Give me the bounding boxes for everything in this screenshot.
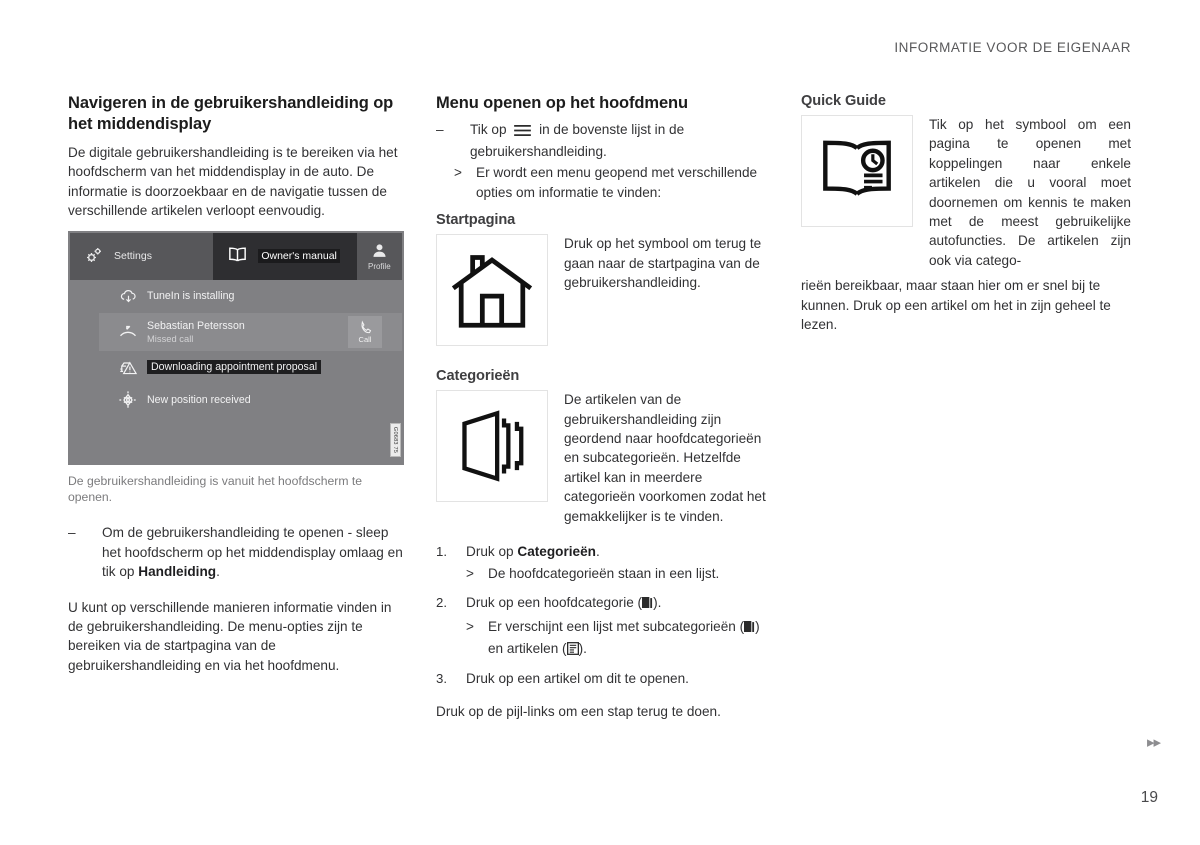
section-title-menu: Menu openen op het hoofdmenu bbox=[436, 94, 689, 112]
hmi-call-label: Call bbox=[358, 334, 372, 344]
cloud-download-icon bbox=[109, 287, 147, 306]
instruction-text: Om de gebruikershandleiding te openen - … bbox=[102, 525, 403, 580]
step-result-text: Er verschijnt een lijst met subcategorie… bbox=[488, 617, 769, 660]
open-book-icon bbox=[227, 246, 248, 266]
hmi-notification-row[interactable]: New position received bbox=[99, 384, 402, 417]
open-book-clock-icon bbox=[801, 115, 913, 227]
step-item: 2. Druk op een hoofdcategorie (). bbox=[436, 593, 769, 614]
hmi-notification-text: Downloading appointment proposal bbox=[147, 360, 322, 375]
hmi-notification-row[interactable]: Sebastian Petersson Missed call Call bbox=[99, 312, 402, 351]
figure-caption: De gebruikershandleiding is vanuit het h… bbox=[68, 473, 363, 505]
dash-marker: – bbox=[68, 525, 76, 541]
step-result-text: De hoofdcategorieën staan in een lijst. bbox=[488, 566, 720, 582]
menu-result-item: > Er wordt een menu geopend met verschil… bbox=[454, 163, 769, 202]
gears-icon bbox=[84, 245, 104, 268]
hamburger-menu-icon bbox=[513, 123, 532, 142]
intro-paragraph: De digitale gebruikershandleiding is te … bbox=[68, 145, 398, 219]
hmi-notification-text: TuneIn is installing bbox=[147, 290, 235, 303]
category-page-icon bbox=[744, 619, 755, 638]
step-result-item: > Er verschijnt een lijst met subcategor… bbox=[466, 617, 769, 660]
categories-block: De artikelen van de gebruikershandleidin… bbox=[436, 390, 769, 526]
step-text: Druk op een artikel om dit te openen. bbox=[466, 671, 689, 686]
hmi-notification-row[interactable]: Downloading appointment proposal bbox=[99, 351, 402, 384]
article-icon bbox=[566, 641, 579, 660]
hmi-topbar: Settings Owner's manual Profile bbox=[70, 232, 402, 280]
gt-marker: > bbox=[466, 566, 474, 582]
categories-heading: Categorieën bbox=[436, 368, 520, 385]
hmi-notification-subtext: Missed call bbox=[147, 332, 194, 344]
step-text: Druk op Categorieën. bbox=[466, 543, 600, 559]
startpage-heading: Startpagina bbox=[436, 212, 516, 229]
hmi-manual-label: Owner's manual bbox=[258, 249, 340, 264]
gt-marker: > bbox=[466, 619, 474, 635]
step-number: 3. bbox=[436, 671, 447, 686]
step-number: 2. bbox=[436, 594, 447, 610]
page-title: Navigeren in de gebruikershandleiding op… bbox=[68, 94, 394, 133]
quick-guide-text-full: rieën bereikbaar, maar staan hier om er … bbox=[801, 278, 1111, 333]
image-id-label: G0683 75 bbox=[390, 422, 401, 457]
page-stack-icon bbox=[436, 390, 548, 503]
running-header: INFORMATIE VOOR DE EIGENAAR bbox=[894, 40, 1131, 55]
hmi-notification-list: TuneIn is installing Sebastian Petersson… bbox=[99, 280, 402, 463]
car-warning-icon bbox=[109, 358, 147, 377]
gt-marker: > bbox=[454, 165, 462, 181]
hmi-notification-row[interactable]: TuneIn is installing bbox=[99, 280, 402, 313]
categories-closing: Druk op de pijl-links om een stap terug … bbox=[436, 704, 721, 720]
step-result-item: > De hoofdcategorieën staan in een lijst… bbox=[466, 564, 769, 583]
house-icon bbox=[436, 234, 548, 347]
hmi-profile-label: Profile bbox=[367, 261, 391, 271]
quick-guide-block: Tik op het symbool om een pagina te open… bbox=[801, 115, 1131, 270]
categories-text: De artikelen van de gebruikershandleidin… bbox=[564, 392, 766, 524]
closing-paragraph: U kunt op verschillende manieren informa… bbox=[68, 599, 392, 673]
quick-guide-text-indented: Tik op het symbool om een pagina te open… bbox=[929, 117, 1131, 268]
next-page-arrows-icon[interactable]: ▸▸ bbox=[1147, 733, 1161, 751]
hmi-tab-owners-manual[interactable]: Owner's manual bbox=[213, 232, 357, 280]
hmi-settings-label: Settings bbox=[114, 250, 152, 263]
category-page-icon bbox=[642, 595, 653, 614]
step-item: 1. Druk op Categorieën. bbox=[436, 542, 769, 561]
hmi-screenshot: Settings Owner's manual Profile TuneIn i… bbox=[68, 230, 404, 465]
menu-result-text: Er wordt een menu geopend met verschille… bbox=[476, 165, 758, 200]
quick-guide-heading: Quick Guide bbox=[801, 93, 886, 109]
page-columns: Navigeren in de gebruikershandleiding op… bbox=[68, 93, 1132, 732]
step-number: 1. bbox=[436, 543, 447, 559]
column-three: Quick Guide Tik op het symbool om een pa… bbox=[801, 93, 1131, 732]
hmi-notification-text: Sebastian Petersson bbox=[147, 319, 245, 332]
bold-term: Categorieën bbox=[517, 543, 596, 559]
instruction-dash-item: – Om de gebruikershandleiding te openen … bbox=[68, 523, 404, 581]
page-number: 19 bbox=[1140, 789, 1158, 806]
menu-dash-item: – Tik op in de bovenste lijst in de gebr… bbox=[436, 120, 769, 162]
step-item: 3. Druk op een artikel om dit te openen. bbox=[436, 669, 769, 688]
column-two: Menu openen op het hoofdmenu – Tik op in… bbox=[436, 93, 769, 732]
startpage-block: Druk op het symbool om terug te gaan naa… bbox=[436, 234, 769, 347]
hmi-tab-settings[interactable]: Settings bbox=[70, 233, 213, 280]
bold-term: Handleiding bbox=[138, 564, 217, 580]
startpage-text: Druk op het symbool om terug te gaan naa… bbox=[564, 236, 762, 290]
column-one: Navigeren in de gebruikershandleiding op… bbox=[68, 93, 404, 732]
hmi-call-button[interactable]: Call bbox=[348, 315, 382, 348]
hmi-notification-text: New position received bbox=[147, 394, 251, 407]
position-compass-icon bbox=[109, 389, 147, 411]
menu-instruction-text: Tik op in de bovenste lijst in de gebrui… bbox=[470, 121, 685, 159]
missed-call-icon bbox=[109, 322, 147, 342]
dash-marker: – bbox=[436, 121, 444, 137]
step-text: Druk op een hoofdcategorie (). bbox=[466, 593, 769, 614]
person-icon bbox=[371, 242, 388, 261]
hmi-tab-profile[interactable]: Profile bbox=[357, 233, 402, 280]
